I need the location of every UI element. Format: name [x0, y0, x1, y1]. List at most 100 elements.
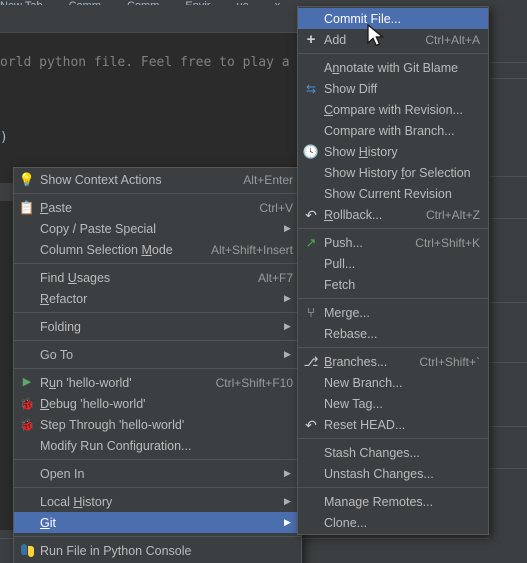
menu-item-go-to[interactable]: Go To ▶ [14, 344, 301, 365]
menu-item-show-context-actions[interactable]: 💡 Show Context Actions Alt+Enter [14, 169, 301, 190]
menu-item-label: Open In [40, 466, 85, 481]
menu-item-label: Show History [324, 144, 398, 159]
menu-item-folding[interactable]: Folding ▶ [14, 316, 301, 337]
menu-item-label: Paste [40, 200, 72, 215]
menu-item-new-tag[interactable]: New Tag... [298, 393, 488, 414]
icon-placeholder [298, 513, 324, 533]
menu-separator [14, 312, 301, 313]
menu-item-column-selection-mode[interactable]: Column Selection Mode Alt+Shift+Insert [14, 239, 301, 260]
icon-placeholder [298, 254, 324, 274]
menu-item-label: Rollback... [324, 207, 383, 222]
menu-item-shortcut: Alt+Shift+Insert [210, 242, 293, 257]
icon-placeholder [298, 121, 324, 141]
menu-separator [14, 263, 301, 264]
menu-item-label: Unstash Changes... [324, 466, 434, 481]
menu-item-label: Show Current Revision [324, 186, 452, 201]
menu-item-label: Annotate with Git Blame [324, 60, 459, 75]
menu-item-copy-paste-special[interactable]: Copy / Paste Special ▶ [14, 218, 301, 239]
chevron-right-icon: ▶ [284, 223, 291, 233]
menu-item-manage-remotes[interactable]: Manage Remotes... [298, 491, 488, 512]
rollback-icon: ↶ [305, 416, 317, 433]
menu-item-commit-file[interactable]: Commit File... [298, 8, 488, 29]
menu-item-pull[interactable]: Pull... [298, 253, 488, 274]
menu-item-label: Fetch [324, 277, 356, 292]
menu-item-label: Stash Changes... [324, 445, 420, 460]
menu-separator [298, 53, 488, 54]
menu-item-open-in[interactable]: Open In ▶ [14, 463, 301, 484]
run-icon: ▶ [22, 376, 32, 388]
menu-item-label: Show Context Actions [40, 172, 162, 187]
menu-item-git[interactable]: Git ▶ [14, 512, 301, 533]
menu-separator [298, 228, 488, 229]
menu-item-label: Local History [40, 494, 113, 509]
menu-item-label: Add [324, 32, 347, 47]
menu-item-annotate-with-git-blame[interactable]: Annotate with Git Blame [298, 57, 488, 78]
icon-placeholder [14, 513, 40, 533]
editor-context-menu[interactable]: 💡 Show Context Actions Alt+Enter 📋 Paste Ctrl… [13, 167, 302, 563]
icon-placeholder [298, 275, 324, 295]
menu-separator [298, 438, 488, 439]
menu-item-add[interactable]: + Add Ctrl+Alt+A [298, 29, 488, 50]
menu-item-local-history[interactable]: Local History ▶ [14, 491, 301, 512]
menu-item-branches[interactable]: ⎇ Branches... Ctrl+Shift+` [298, 351, 488, 372]
menu-item-label: Manage Remotes... [324, 494, 434, 509]
debug-icon: 🐞 [19, 417, 35, 432]
menu-item-label: Find Usages [40, 270, 111, 285]
menu-item-refactor[interactable]: Refactor ▶ [14, 288, 301, 309]
menu-item-show-current-revision[interactable]: Show Current Revision [298, 183, 488, 204]
icon-placeholder [298, 58, 324, 78]
menu-item-find-usages[interactable]: Find Usages Alt+F7 [14, 267, 301, 288]
menu-item-label: Debug 'hello-world' [40, 396, 146, 411]
menu-item-run-file-in-python-console[interactable]: Run File in Python Console [14, 540, 301, 561]
icon-placeholder [298, 324, 324, 344]
menu-item-show-history[interactable]: 🕓 Show History [298, 141, 488, 162]
menu-item-stash-changes[interactable]: Stash Changes... [298, 442, 488, 463]
git-submenu[interactable]: Commit File... + Add Ctrl+Alt+A Annotate wit… [297, 6, 489, 535]
menu-item-unstash-changes[interactable]: Unstash Changes... [298, 463, 488, 484]
menu-item-label: Refactor [40, 291, 88, 306]
mouse-pointer-icon [367, 24, 385, 47]
chevron-right-icon: ▶ [284, 496, 291, 506]
icon-placeholder [14, 492, 40, 512]
menu-item-label: Folding [40, 319, 81, 334]
menu-item-compare-with-branch[interactable]: Compare with Branch... [298, 120, 488, 141]
menu-separator [14, 459, 301, 460]
menu-item-reset-head[interactable]: ↶ Reset HEAD... [298, 414, 488, 435]
menu-item-label: New Branch... [324, 375, 403, 390]
menu-item-run-hello-world[interactable]: ▶ Run 'hello-world' Ctrl+Shift+F10 [14, 372, 301, 393]
menu-item-shortcut: Ctrl+Shift+F10 [215, 375, 293, 390]
menu-item-merge[interactable]: ⑂ Merge... [298, 302, 488, 323]
menu-item-debug-hello-world[interactable]: 🐞 Debug 'hello-world' [14, 393, 301, 414]
push-icon: ↗ [305, 235, 317, 250]
menu-item-label: Rebase... [324, 326, 378, 341]
menu-item-rollback[interactable]: ↶ Rollback... Ctrl+Alt+Z [298, 204, 488, 225]
menu-item-step-through-hello-world[interactable]: 🐞 Step Through 'hello-world' [14, 414, 301, 435]
menu-item-clone[interactable]: Clone... [298, 512, 488, 533]
diff-icon: ⇆ [305, 81, 317, 96]
menu-separator [14, 340, 301, 341]
menu-item-label: Reset HEAD... [324, 417, 406, 432]
rollback-icon: ↶ [305, 206, 317, 223]
menu-item-shortcut: Alt+Enter [243, 172, 293, 187]
menu-item-push[interactable]: ↗ Push... Ctrl+Shift+K [298, 232, 488, 253]
chevron-right-icon: ▶ [284, 517, 291, 527]
menu-item-fetch[interactable]: Fetch [298, 274, 488, 295]
menu-item-show-diff[interactable]: ⇆ Show Diff [298, 78, 488, 99]
menu-item-paste[interactable]: 📋 Paste Ctrl+V [14, 197, 301, 218]
plus-icon: + [306, 31, 316, 48]
lightbulb-icon: 💡 [18, 172, 36, 187]
clock-icon: 🕓 [302, 144, 320, 159]
icon-placeholder [14, 219, 40, 239]
menu-item-show-history-for-selection[interactable]: Show History for Selection [298, 162, 488, 183]
menu-item-compare-with-revision[interactable]: Compare with Revision... [298, 99, 488, 120]
menu-item-modify-run-configuration[interactable]: Modify Run Configuration... [14, 435, 301, 456]
menu-item-label: Go To [40, 347, 74, 362]
menu-item-new-branch[interactable]: New Branch... [298, 372, 488, 393]
menu-item-label: New Tag... [324, 396, 383, 411]
menu-item-shortcut: Alt+F7 [257, 270, 293, 285]
menu-item-rebase[interactable]: Rebase... [298, 323, 488, 344]
menu-separator [298, 298, 488, 299]
menu-item-label: Step Through 'hello-world' [40, 417, 185, 432]
menu-item-label: Commit File... [324, 11, 402, 26]
menu-item-label: Copy / Paste Special [40, 221, 157, 236]
